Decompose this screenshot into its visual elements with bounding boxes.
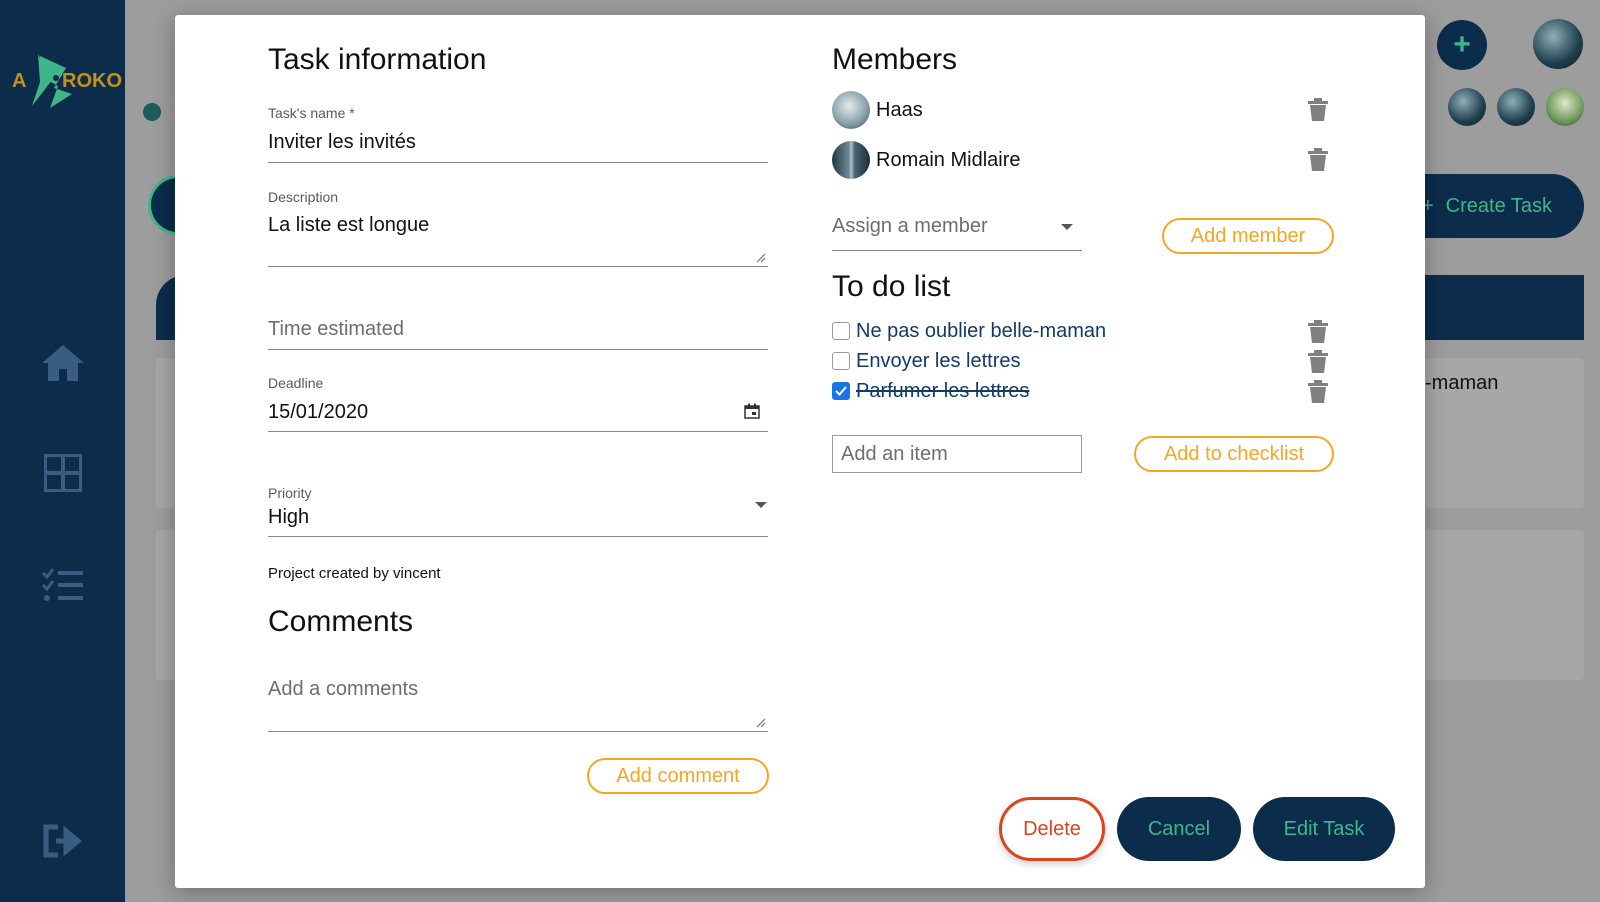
- task-name-label: Task's name *: [268, 105, 355, 121]
- resize-handle-icon[interactable]: [756, 718, 766, 728]
- status-dot: [143, 103, 161, 121]
- priority-value: High: [268, 506, 310, 528]
- comment-placeholder: Add a comments: [268, 678, 419, 700]
- member-avatar: [832, 141, 870, 179]
- edit-task-button[interactable]: Edit Task: [1253, 797, 1395, 861]
- logo-letters: ROKO: [62, 70, 122, 92]
- todo-item-text: Envoyer les lettres: [856, 349, 1021, 372]
- chevron-down-icon: [755, 502, 767, 508]
- member-avatar: [832, 91, 870, 129]
- trash-icon[interactable]: [1307, 320, 1329, 344]
- avatar: [1546, 88, 1584, 126]
- app-logo[interactable]: A ROKO: [10, 48, 122, 114]
- calendar-icon[interactable]: [744, 403, 760, 419]
- deadline-label: Deadline: [268, 375, 324, 391]
- trash-icon[interactable]: [1307, 380, 1329, 404]
- todo-checkbox[interactable]: [832, 322, 850, 340]
- trash-icon[interactable]: [1307, 148, 1329, 172]
- resize-handle-icon[interactable]: [756, 253, 766, 263]
- todo-item: Envoyer les lettres: [832, 348, 1021, 374]
- task-name-field[interactable]: Task's name * Inviter les invités: [268, 89, 768, 163]
- checklist-icon[interactable]: [40, 562, 86, 608]
- logout-icon[interactable]: [40, 818, 86, 864]
- todo-item: Parfumer les lettres: [832, 378, 1029, 404]
- member-name: Haas: [876, 98, 923, 121]
- avatar: [1497, 88, 1535, 126]
- project-creator-text: Project created by vincent: [268, 565, 441, 582]
- priority-label: Priority: [268, 485, 312, 501]
- time-estimated-field[interactable]: Time estimated: [268, 300, 768, 350]
- home-icon[interactable]: [40, 340, 86, 386]
- members-heading: Members: [832, 43, 958, 76]
- checkmark-icon: [835, 386, 847, 396]
- delete-button[interactable]: Delete: [999, 797, 1105, 861]
- cancel-button[interactable]: Cancel: [1117, 797, 1241, 861]
- comment-input[interactable]: Add a comments: [268, 660, 768, 732]
- member-row: Romain Midlaire: [832, 140, 1021, 180]
- member-name: Romain Midlaire: [876, 148, 1021, 171]
- add-project-button[interactable]: +: [1437, 20, 1487, 70]
- chevron-down-icon: [1061, 224, 1073, 230]
- avatar: [1448, 88, 1486, 126]
- todo-item-text: Ne pas oublier belle-maman: [856, 319, 1107, 342]
- task-name-value: Inviter les invités: [268, 131, 416, 153]
- create-task-label: Create Task: [1445, 194, 1553, 217]
- time-estimated-placeholder: Time estimated: [268, 318, 404, 340]
- todo-checkbox-checked[interactable]: [832, 382, 850, 400]
- add-item-input[interactable]: [832, 435, 1082, 473]
- add-to-checklist-button[interactable]: Add to checklist: [1134, 436, 1334, 472]
- deadline-value: 15/01/2020: [268, 401, 369, 423]
- trash-icon[interactable]: [1307, 350, 1329, 374]
- user-avatar[interactable]: [1533, 19, 1583, 69]
- todo-item: Ne pas oublier belle-maman: [832, 318, 1106, 344]
- plus-icon: +: [1453, 28, 1471, 61]
- todo-item-text: Parfumer les lettres: [856, 379, 1030, 402]
- add-comment-button[interactable]: Add comment: [587, 758, 769, 794]
- priority-select[interactable]: Priority High: [268, 473, 768, 537]
- assign-member-select[interactable]: Assign a member: [832, 203, 1082, 251]
- task-info-heading: Task information: [268, 43, 487, 76]
- todo-heading: To do list: [832, 270, 951, 303]
- assign-member-placeholder: Assign a member: [832, 215, 988, 237]
- todo-checkbox[interactable]: [832, 352, 850, 370]
- task-modal: Task information Task's name * Inviter l…: [175, 15, 1425, 888]
- member-row: Haas: [832, 90, 923, 130]
- comments-heading: Comments: [268, 605, 414, 638]
- grid-icon[interactable]: [40, 450, 86, 496]
- sidebar: A ROKO: [0, 0, 125, 902]
- trash-icon[interactable]: [1307, 98, 1329, 122]
- background-card-text: -maman: [1425, 372, 1499, 394]
- add-member-button[interactable]: Add member: [1162, 218, 1334, 254]
- deadline-field[interactable]: Deadline 15/01/2020: [268, 363, 768, 432]
- description-value: La liste est longue: [268, 214, 430, 236]
- description-field[interactable]: Description La liste est longue: [268, 171, 768, 267]
- description-label: Description: [268, 189, 339, 205]
- logo-letter-a: A: [12, 70, 27, 92]
